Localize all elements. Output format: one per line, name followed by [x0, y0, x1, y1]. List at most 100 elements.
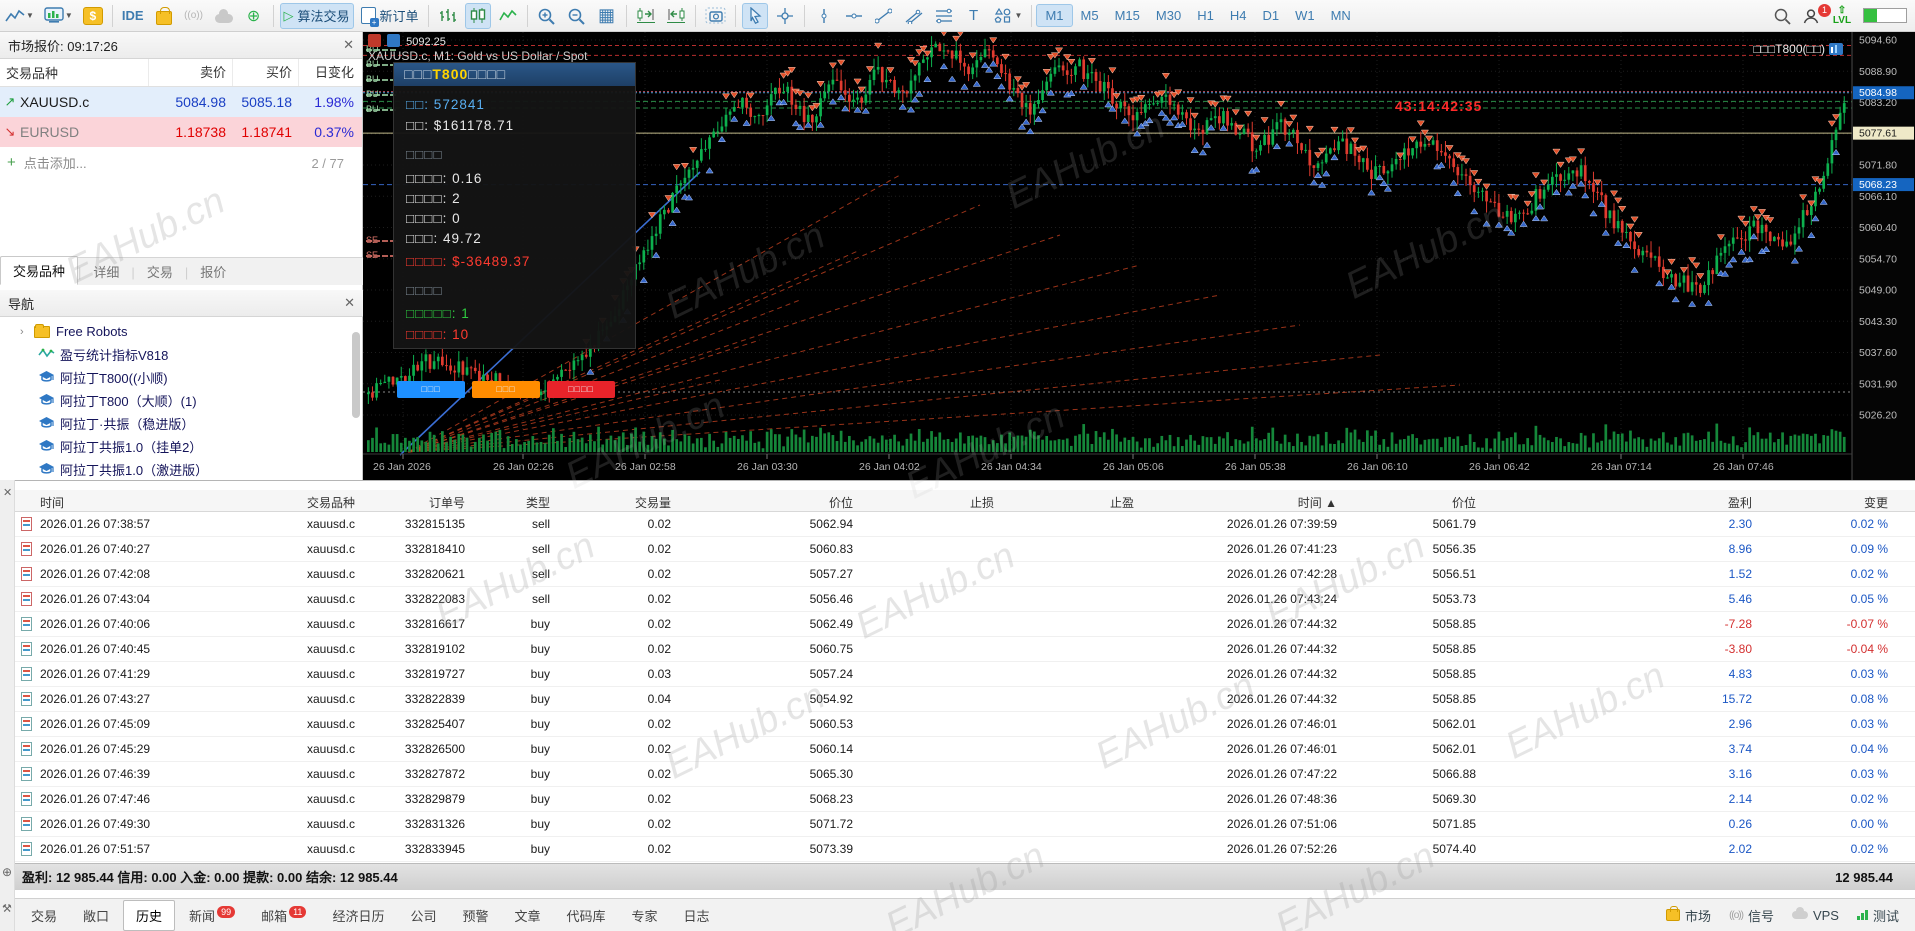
bottom-tab-3[interactable]: 新闻 99 [177, 901, 247, 930]
tile-windows-button[interactable]: ▦ [594, 3, 620, 29]
timeframe-m30[interactable]: M30 [1148, 5, 1189, 26]
bottom-tab-9[interactable]: 代码库 [555, 901, 618, 930]
status-market[interactable]: 市场 [1666, 906, 1711, 925]
ide-button[interactable]: IDE [119, 3, 147, 29]
vps-button[interactable] [211, 3, 237, 29]
status-signal[interactable]: ((o)) 信号 [1729, 906, 1774, 925]
vline-tool-button[interactable] [811, 3, 837, 29]
depth-of-market-icon[interactable] [368, 34, 381, 47]
history-row-10[interactable]: 2026.01.26 07:46:39 xauusd.c 332827872 buy 0… [15, 762, 1915, 787]
ea-action-button-0[interactable]: □□□ [397, 381, 465, 398]
timeframe-m1[interactable]: M1 [1036, 4, 1073, 27]
status-vps[interactable]: VPS [1791, 907, 1839, 923]
signals-button[interactable]: ((o)) [181, 3, 207, 29]
navigator-item-4[interactable]: 阿拉丁·共振（稳进版） [0, 412, 363, 435]
zoom-in-button[interactable] [534, 3, 560, 29]
history-col-7[interactable]: 止盈 [1002, 494, 1134, 511]
timeframe-d1[interactable]: D1 [1254, 5, 1287, 26]
history-row-8[interactable]: 2026.01.26 07:45:09 xauusd.c 332825407 buy 0… [15, 712, 1915, 737]
history-row-1[interactable]: 2026.01.26 07:40:27 xauusd.c 332818410 sell… [15, 537, 1915, 562]
history-row-5[interactable]: 2026.01.26 07:40:45 xauusd.c 332819102 buy 0… [15, 637, 1915, 662]
bottom-tab-0[interactable]: 交易 [19, 901, 69, 930]
market-watch-add-row[interactable]: + 点击添加... [0, 147, 362, 177]
history-col-11[interactable]: 变更 [1760, 494, 1888, 511]
timeframe-h1[interactable]: H1 [1189, 5, 1222, 26]
history-col-2[interactable]: 订单号 [360, 494, 465, 511]
col-change[interactable]: 日变化 [298, 59, 360, 86]
col-ask[interactable]: 买价 [232, 59, 298, 86]
col-bid[interactable]: 卖价 [148, 59, 232, 86]
navigator-item-0[interactable]: › Free Robots [0, 320, 363, 343]
market-watch-tab-1[interactable]: 详细 [81, 258, 131, 285]
bottom-tab-10[interactable]: 专家 [620, 901, 670, 930]
notifications-button[interactable]: 1 [1799, 3, 1831, 29]
bottom-tab-5[interactable]: 经济日历 [320, 901, 396, 930]
hline-tool-button[interactable] [841, 3, 867, 29]
one-click-trading-icon[interactable] [387, 34, 401, 47]
bottom-tab-8[interactable]: 文章 [502, 901, 552, 930]
level-button[interactable]: ⇧ LVL [1829, 3, 1855, 29]
text-tool-button[interactable]: T [961, 3, 987, 29]
candles-chart-button[interactable] [464, 2, 491, 29]
bottom-tab-2[interactable]: 历史 [123, 899, 176, 931]
channel-tool-button[interactable] [901, 3, 927, 29]
history-col-5[interactable]: 价位 [678, 494, 853, 511]
profiles-button[interactable]: ▼ [41, 3, 76, 29]
history-row-2[interactable]: 2026.01.26 07:42:08 xauusd.c 332820621 sell… [15, 562, 1915, 587]
bottom-tab-1[interactable]: 敞口 [71, 901, 121, 930]
history-col-8[interactable]: 时间 ▲ [1142, 494, 1337, 511]
market-watch-close-icon[interactable]: ✕ [343, 37, 354, 53]
col-symbol[interactable]: 交易品种 [0, 63, 148, 82]
status-test[interactable]: 测试 [1856, 906, 1899, 925]
new-order-button[interactable]: + 新订单 [358, 3, 422, 29]
timeframe-w1[interactable]: W1 [1287, 5, 1323, 26]
ea-info-panel[interactable]: □□□T800□□□□ □□: 572841 □□: $161178.71 □□□□… [393, 62, 636, 349]
bars-chart-button[interactable] [435, 3, 461, 29]
history-col-3[interactable]: 类型 [470, 494, 550, 511]
tools-icon[interactable]: ⚒ [2, 902, 12, 915]
navigator-item-6[interactable]: 阿拉丁共振1.0（激进版） [0, 458, 363, 481]
navigator-item-3[interactable]: 阿拉丁T800（大顺）(1) [0, 389, 363, 412]
bottom-tab-6[interactable]: 公司 [398, 901, 448, 930]
bottom-tab-11[interactable]: 日志 [672, 901, 722, 930]
history-row-6[interactable]: 2026.01.26 07:41:29 xauusd.c 332819727 buy 0… [15, 662, 1915, 687]
navigator-item-2[interactable]: 阿拉丁T800((小顺) [0, 366, 363, 389]
ea-action-button-2[interactable]: □□□□ [547, 381, 615, 398]
timeframe-m5[interactable]: M5 [1073, 5, 1107, 26]
timeframe-h4[interactable]: H4 [1222, 5, 1255, 26]
shift-end-button[interactable] [633, 3, 659, 29]
search-button[interactable] [1769, 3, 1795, 29]
timeframe-mn[interactable]: MN [1323, 5, 1359, 26]
history-row-13[interactable]: 2026.01.26 07:51:57 xauusd.c 332833945 buy 0… [15, 837, 1915, 862]
history-row-11[interactable]: 2026.01.26 07:47:46 xauusd.c 332829879 buy 0… [15, 787, 1915, 812]
trendline-tool-button[interactable] [871, 3, 897, 29]
bottom-tab-7[interactable]: 预警 [450, 901, 500, 930]
chart-type-button[interactable]: ▼ [2, 3, 37, 29]
add-icon[interactable]: ⊕ [2, 865, 12, 879]
history-row-9[interactable]: 2026.01.26 07:45:29 xauusd.c 332826500 buy 0… [15, 737, 1915, 762]
crosshair-tool-button[interactable] [772, 3, 798, 29]
market-watch-tab-0[interactable]: 交易品种 [0, 256, 79, 285]
history-col-1[interactable]: 交易品种 [250, 494, 355, 511]
bottom-tab-4[interactable]: 邮箱 11 [249, 901, 318, 930]
navigator-item-1[interactable]: 盈亏统计指标V818 [0, 343, 363, 366]
equidistant-tool-button[interactable] [931, 3, 957, 29]
history-row-3[interactable]: 2026.01.26 07:43:04 xauusd.c 332822083 sell… [15, 587, 1915, 612]
history-col-4[interactable]: 交易量 [556, 494, 671, 511]
history-row-12[interactable]: 2026.01.26 07:49:30 xauusd.c 332831326 buy 0… [15, 812, 1915, 837]
market-watch-tab-3[interactable]: 报价 [188, 258, 238, 285]
timeframe-m15[interactable]: M15 [1107, 5, 1148, 26]
chart-window[interactable]: 5094.60 5088.90 5083.20 5071.80 5066.10 5060.… [363, 32, 1915, 480]
shapes-tool-button[interactable]: ▼ [991, 3, 1026, 29]
history-col-9[interactable]: 价位 [1344, 494, 1476, 511]
screenshot-button[interactable] [702, 3, 729, 29]
history-row-7[interactable]: 2026.01.26 07:43:27 xauusd.c 332822839 buy 0… [15, 687, 1915, 712]
navigator-item-5[interactable]: 阿拉丁共振1.0（挂单2） [0, 435, 363, 458]
history-col-6[interactable]: 止损 [861, 494, 994, 511]
navigator-close-icon[interactable]: ✕ [344, 295, 355, 311]
cursor-tool-button[interactable] [741, 2, 768, 29]
history-col-10[interactable]: 盈利 [1492, 494, 1752, 511]
deposit-button[interactable]: $ [80, 3, 106, 29]
zoom-out-button[interactable] [564, 3, 590, 29]
market-watch-row-EURUSD[interactable]: ↘ EURUSD 1.18738 1.18741 0.37% [0, 117, 362, 147]
